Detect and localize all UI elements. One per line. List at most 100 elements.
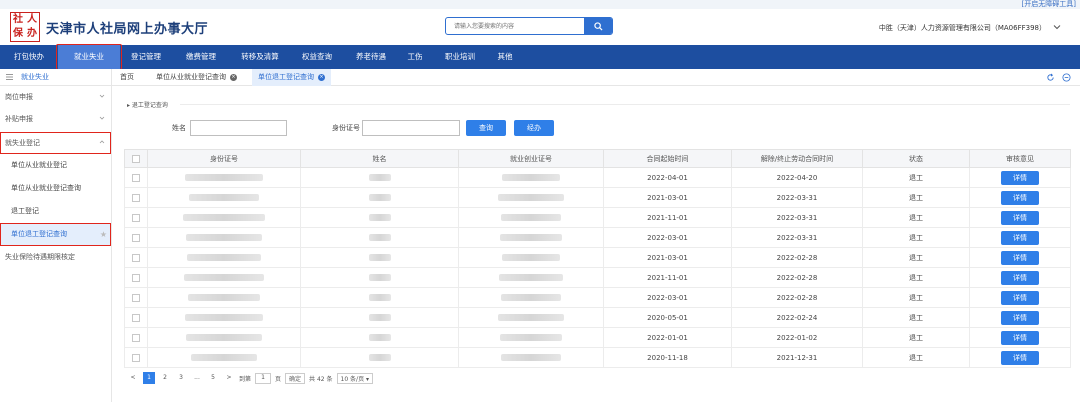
results-table: 身份证号 姓名 就业创业证号 合同起始时间 解除/终止劳动合同时间 状态 审核意… bbox=[124, 149, 1071, 368]
detail-button[interactable]: 详情 bbox=[1001, 230, 1039, 245]
start-date: 2021-03-01 bbox=[603, 187, 732, 208]
search-input[interactable] bbox=[446, 18, 584, 34]
sidebar: 就业失业 岗位申报 补贴申报 就失业登记 单位从业就业登记 单位从业就业登记查询… bbox=[0, 69, 112, 402]
redacted-name bbox=[368, 174, 391, 181]
tab-employment-query[interactable]: 单位从业就业登记查询 × bbox=[156, 69, 237, 86]
sidebar-sub-employment-registration[interactable]: 单位从业就业登记 bbox=[0, 154, 111, 177]
sidebar-item-post[interactable]: 岗位申报 bbox=[0, 86, 111, 108]
redacted-cert bbox=[499, 274, 563, 281]
detail-button[interactable]: 详情 bbox=[1001, 170, 1039, 185]
status: 退工 bbox=[862, 307, 970, 328]
sidebar-item-benefit-period[interactable]: 失业保险待遇期限核定 bbox=[0, 246, 111, 268]
page-number[interactable]: 3 bbox=[175, 372, 187, 384]
table-row: 2022-03-01 2022-03-31 退工 详情 bbox=[124, 227, 1071, 248]
detail-button[interactable]: 详情 bbox=[1001, 250, 1039, 265]
page-size-select[interactable]: 10 条/页 ▾ bbox=[336, 372, 373, 384]
chevron-down-icon[interactable] bbox=[1052, 22, 1062, 32]
redacted-name bbox=[368, 274, 391, 281]
status: 退工 bbox=[862, 247, 970, 268]
row-checkbox[interactable] bbox=[132, 273, 140, 282]
redacted-cert bbox=[501, 294, 561, 301]
redacted-name bbox=[368, 294, 391, 301]
redacted-cert bbox=[500, 234, 562, 241]
pagination: < 1 2 3 ... 5 > 到第 1 页 确定 共 42 条 10 条/页 … bbox=[127, 371, 373, 385]
star-icon[interactable]: ★ bbox=[100, 223, 107, 246]
row-checkbox[interactable] bbox=[132, 233, 140, 242]
detail-button[interactable]: 详情 bbox=[1001, 310, 1039, 325]
refresh-icon[interactable] bbox=[1046, 73, 1055, 82]
start-date: 2022-03-01 bbox=[603, 227, 732, 248]
page-number[interactable]: 5 bbox=[207, 372, 219, 384]
redacted-cert bbox=[498, 194, 564, 201]
page-unit-label: 页 bbox=[275, 375, 282, 383]
table-row: 2022-01-01 2022-01-02 退工 详情 bbox=[124, 327, 1071, 348]
nav-item-employment[interactable]: 就业失业 bbox=[56, 44, 122, 70]
redacted-name bbox=[368, 354, 391, 361]
confirm-page-button[interactable]: 确定 bbox=[285, 372, 306, 384]
nav-item-injury[interactable]: 工伤 bbox=[398, 45, 432, 69]
select-all-checkbox[interactable] bbox=[132, 154, 140, 163]
close-icon[interactable]: × bbox=[230, 73, 237, 81]
detail-button[interactable]: 详情 bbox=[1001, 330, 1039, 345]
page-jump-input[interactable]: 1 bbox=[255, 372, 272, 384]
nav-item-pension[interactable]: 养老待遇 bbox=[344, 45, 398, 69]
nav-item-other[interactable]: 其他 bbox=[488, 45, 522, 69]
start-date: 2022-04-01 bbox=[603, 167, 732, 188]
chevron-right-icon[interactable]: > bbox=[223, 372, 235, 384]
reset-button[interactable]: 经办 bbox=[514, 120, 554, 136]
start-date: 2021-11-01 bbox=[603, 267, 732, 288]
redacted-id bbox=[191, 354, 257, 361]
tab-home[interactable]: 首页 bbox=[120, 69, 134, 86]
nav-item-rights[interactable]: 权益查询 bbox=[290, 45, 344, 69]
close-icon[interactable]: × bbox=[318, 73, 325, 81]
start-date: 2021-03-01 bbox=[603, 247, 732, 268]
row-checkbox[interactable] bbox=[132, 253, 140, 262]
row-checkbox[interactable] bbox=[132, 193, 140, 202]
sidebar-sub-employment-query[interactable]: 单位从业就业登记查询 bbox=[0, 177, 111, 200]
redacted-cert bbox=[502, 174, 560, 181]
table-row: 2022-03-01 2022-02-28 退工 详情 bbox=[124, 287, 1071, 308]
start-date: 2020-05-01 bbox=[603, 307, 732, 328]
end-date: 2022-01-02 bbox=[731, 327, 863, 348]
sidebar-item-unemployment-registration[interactable]: 就失业登记 bbox=[0, 132, 111, 154]
nav-item-pack[interactable]: 打包快办 bbox=[0, 45, 58, 69]
user-company[interactable]: 中胜（天津）人力资源管理有限公司（MA06FF398） bbox=[879, 23, 1046, 33]
sidebar-sub-separation-registration[interactable]: 退工登记 bbox=[0, 200, 111, 223]
search-button[interactable] bbox=[584, 18, 612, 34]
accessibility-link[interactable]: [开启无障碍工具] bbox=[1022, 0, 1076, 9]
more-icon[interactable] bbox=[1062, 73, 1071, 82]
row-checkbox[interactable] bbox=[132, 333, 140, 342]
detail-button[interactable]: 详情 bbox=[1001, 190, 1039, 205]
row-checkbox[interactable] bbox=[132, 293, 140, 302]
detail-button[interactable]: 详情 bbox=[1001, 290, 1039, 305]
nav-item-training[interactable]: 职业培训 bbox=[432, 45, 488, 69]
end-date: 2022-03-31 bbox=[731, 207, 863, 228]
id-input[interactable] bbox=[362, 120, 460, 136]
nav-item-payment[interactable]: 缴费管理 bbox=[172, 45, 230, 69]
page-number[interactable]: 2 bbox=[159, 372, 171, 384]
query-button[interactable]: 查询 bbox=[466, 120, 506, 136]
page-number[interactable]: 1 bbox=[143, 372, 155, 384]
menu-icon[interactable] bbox=[6, 74, 13, 80]
detail-button[interactable]: 详情 bbox=[1001, 270, 1039, 285]
sidebar-item-subsidy[interactable]: 补贴申报 bbox=[0, 108, 111, 130]
row-checkbox[interactable] bbox=[132, 313, 140, 322]
row-checkbox[interactable] bbox=[132, 353, 140, 362]
chevron-down-icon bbox=[99, 94, 105, 98]
row-checkbox[interactable] bbox=[132, 173, 140, 182]
chevron-left-icon[interactable]: < bbox=[127, 372, 139, 384]
nav-item-transfer[interactable]: 转移及清算 bbox=[230, 45, 290, 69]
name-input[interactable] bbox=[190, 120, 287, 136]
redacted-name bbox=[368, 234, 391, 241]
chevron-up-icon bbox=[99, 140, 105, 144]
nav-item-registration[interactable]: 登记管理 bbox=[120, 45, 172, 69]
detail-button[interactable]: 详情 bbox=[1001, 210, 1039, 225]
end-date: 2021-12-31 bbox=[731, 347, 863, 368]
tab-separation-query[interactable]: 单位退工登记查询 × bbox=[252, 69, 331, 86]
end-date: 2022-03-31 bbox=[731, 227, 863, 248]
sidebar-sub-separation-query[interactable]: 单位退工登记查询 ★ bbox=[0, 223, 111, 246]
redacted-cert bbox=[501, 214, 561, 221]
row-checkbox[interactable] bbox=[132, 213, 140, 222]
main-nav: 打包快办 就业失业 登记管理 缴费管理 转移及清算 权益查询 养老待遇 工伤 职… bbox=[0, 44, 1080, 70]
detail-button[interactable]: 详情 bbox=[1001, 350, 1039, 365]
